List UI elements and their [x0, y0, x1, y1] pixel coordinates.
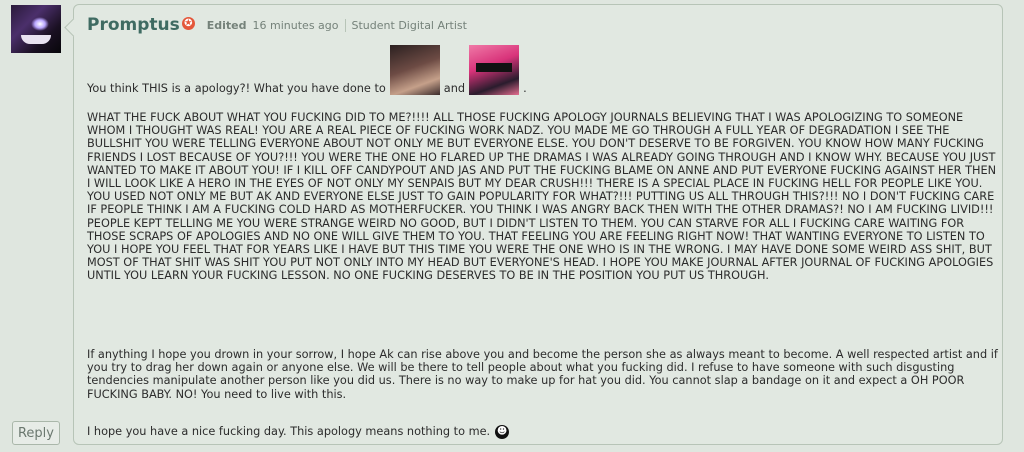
- comment-line-1: You think THIS is a apology?! What you h…: [87, 43, 527, 95]
- emote-thumbnail-2[interactable]: [469, 45, 520, 95]
- comment-header: Promptus ✪ Edited 16 minutes ago Student…: [87, 13, 467, 37]
- user-role: Student Digital Artist: [351, 18, 467, 32]
- closing-line: I hope you have a nice fucking day. This…: [87, 425, 491, 439]
- edited-label: Edited: [206, 18, 247, 32]
- comment-paragraph-caps: WHAT THE FUCK ABOUT WHAT YOU FUCKING DID…: [87, 111, 997, 283]
- orange-star-badge-icon: ✪: [181, 16, 195, 30]
- user-avatar[interactable]: [11, 5, 61, 53]
- header-divider: [344, 18, 346, 32]
- timestamp-link[interactable]: 16 minutes ago: [253, 19, 339, 32]
- reply-button[interactable]: Reply: [12, 421, 60, 445]
- comment-box: Promptus ✪ Edited 16 minutes ago Student…: [73, 4, 1003, 445]
- line1-and: and: [443, 81, 466, 95]
- emote-thumbnail-1[interactable]: [389, 45, 440, 95]
- username-link[interactable]: Promptus: [87, 15, 180, 35]
- censor-bar: [476, 63, 513, 72]
- comment-paragraph-2: If anything I hope you drown in your sor…: [87, 348, 998, 401]
- smiley-icon: ☻: [495, 425, 510, 439]
- line1-end: .: [523, 81, 527, 95]
- line1-prefix: You think THIS is a apology?! What you h…: [87, 81, 386, 95]
- avatar-eye-glow: [31, 17, 49, 31]
- comment-paragraph-3: I hope you have a nice fucking day. This…: [87, 425, 999, 439]
- avatar-grin: [21, 35, 51, 44]
